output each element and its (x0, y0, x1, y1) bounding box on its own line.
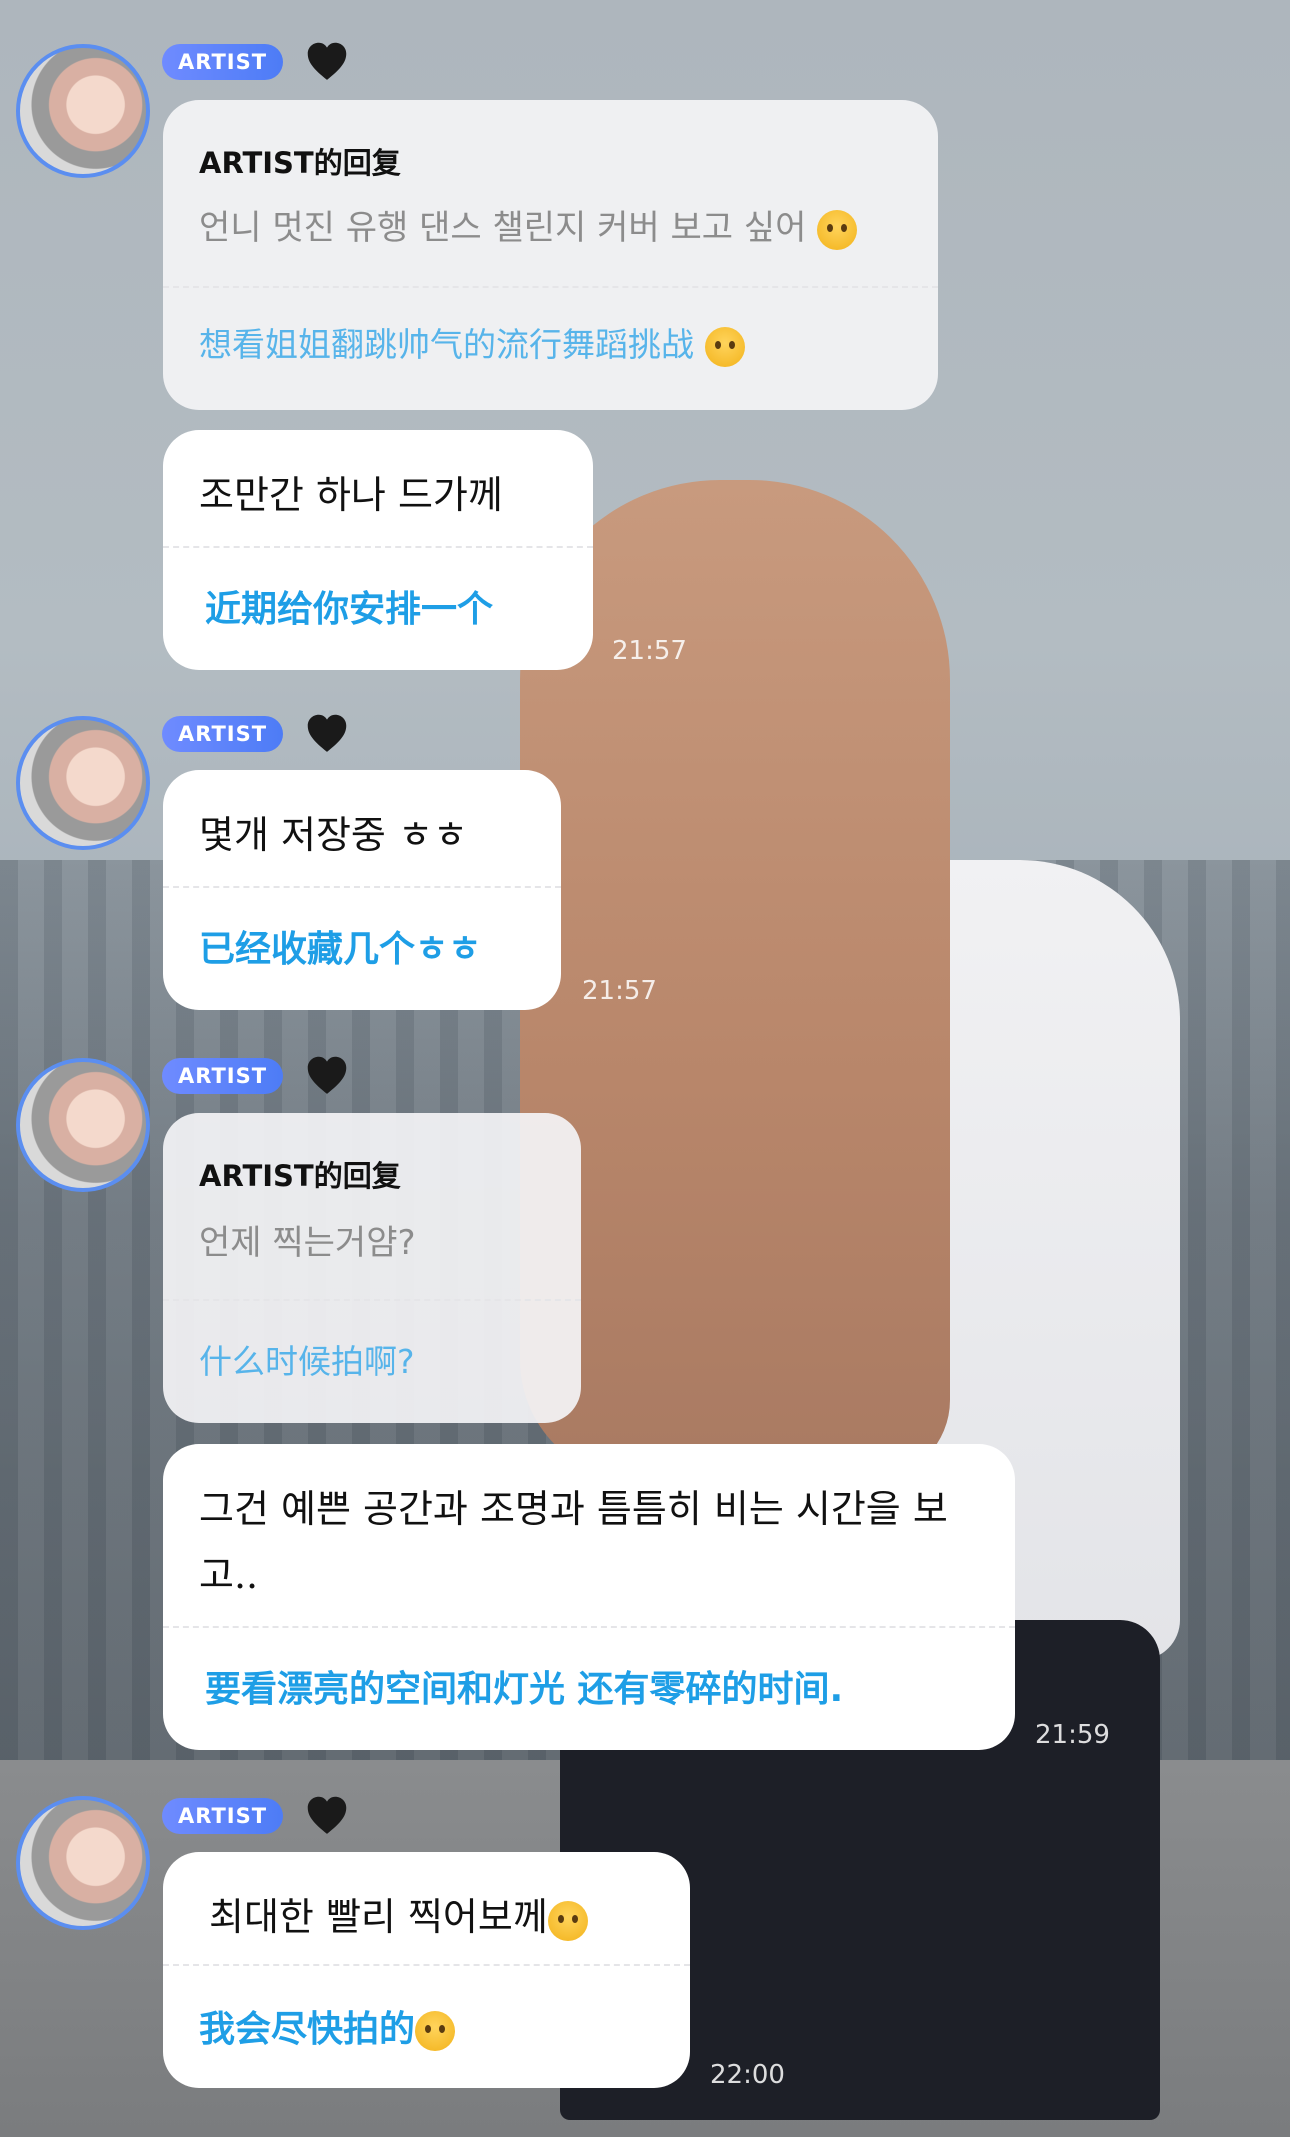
reply-bubble[interactable]: ARTIST的回复 언니 멋진 유행 댄스 챌린지 커버 보고 싶어 想看姐姐翻… (163, 100, 938, 410)
original-text: 그건 예쁜 공간과 조명과 틈틈히 비는 시간을 보 (199, 1487, 948, 1531)
pleading-face-icon (817, 209, 858, 250)
divider (163, 886, 561, 888)
black-heart-icon (307, 42, 347, 80)
translation-text: 想看姐姐翻跳帅气的流行舞蹈挑战 (199, 318, 745, 367)
original-text: 조만간 하나 드가께 (199, 473, 503, 517)
message-bubble[interactable]: 몇개 저장중 ㅎㅎ 已经收藏几个ㅎㅎ (163, 770, 561, 1010)
message-bubble[interactable]: 조만간 하나 드가께 近期给你安排一个 (163, 430, 593, 670)
translation-text: 我会尽快拍的 (199, 2000, 456, 2052)
timestamp: 21:57 (612, 636, 687, 666)
reply-title: ARTIST的回复 (199, 1159, 401, 1193)
artist-avatar[interactable] (16, 1796, 150, 1930)
divider (163, 1964, 690, 1966)
translation-text: 要看漂亮的空间和灯光 还有零碎的时间. (205, 1669, 844, 1710)
kissing-face-icon (547, 1900, 588, 1941)
artist-badge: ARTIST (162, 1798, 284, 1834)
message-bubble[interactable]: 그건 예쁜 공간과 조명과 틈틈히 비는 시간을 보 고.. 要看漂亮的空间和灯… (163, 1444, 1015, 1750)
black-heart-icon (307, 1056, 347, 1094)
original-text: 최대한 빨리 찍어보께 (209, 1886, 588, 1941)
message-bubble[interactable]: 최대한 빨리 찍어보께 我会尽快拍的 (163, 1852, 690, 2088)
translation-text: 近期给你安排一个 (205, 589, 494, 630)
artist-badge: ARTIST (162, 716, 284, 752)
divider (163, 546, 593, 548)
quoted-message: 언제 찍는거얌? (199, 1223, 416, 1263)
artist-avatar[interactable] (16, 44, 150, 178)
divider (163, 1299, 581, 1301)
black-heart-icon (307, 714, 347, 752)
sender-header: ARTIST (162, 1796, 349, 1836)
timestamp: 21:57 (582, 976, 657, 1006)
pleading-face-icon (704, 326, 745, 367)
reply-title: ARTIST的回复 (199, 146, 401, 180)
kissing-face-icon (415, 2011, 456, 2051)
timestamp: 22:00 (710, 2060, 785, 2090)
sender-header: ARTIST (162, 714, 349, 754)
artist-badge: ARTIST (162, 1058, 284, 1094)
artist-badge: ARTIST (162, 44, 284, 80)
quoted-message: 언니 멋진 유행 댄스 챌린지 커버 보고 싶어 (199, 200, 858, 250)
sender-header: ARTIST (162, 1056, 349, 1096)
reply-bubble[interactable]: ARTIST的回复 언제 찍는거얌? 什么时候拍啊? (163, 1113, 581, 1423)
divider (163, 286, 938, 288)
translation-text: 什么时候拍啊? (199, 1342, 415, 1381)
artist-avatar[interactable] (16, 716, 150, 850)
black-heart-icon (307, 1796, 347, 1834)
divider (163, 1626, 1015, 1628)
original-text: 몇개 저장중 ㅎㅎ (199, 813, 468, 857)
original-text-continued: 고.. (199, 1553, 259, 1597)
translation-text: 已经收藏几个ㅎㅎ (199, 929, 482, 970)
sender-header: ARTIST (162, 42, 349, 82)
artist-avatar[interactable] (16, 1058, 150, 1192)
timestamp: 21:59 (1035, 1720, 1110, 1750)
